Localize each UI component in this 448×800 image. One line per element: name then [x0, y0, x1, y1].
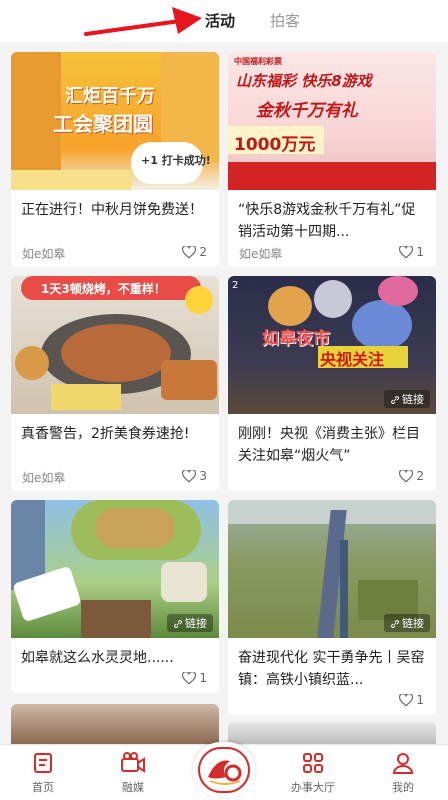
link-badge-label: 链接 [185, 617, 207, 630]
card-image: 2 如皋夜市 央视关注 链接 [228, 276, 436, 414]
link-badge: 链接 [384, 390, 430, 408]
link-badge: 链接 [384, 614, 430, 632]
feed-card[interactable]: 中国福利彩票 山东福彩 快乐8游戏 金秋千万有礼 1000万元 “快乐8游戏金秋… [228, 52, 436, 267]
like-button[interactable]: 2 [399, 469, 424, 483]
overlay-amount: 1000万元 [234, 135, 316, 155]
card-image: 1天3顿烧烤，不重样！ [11, 276, 219, 414]
feed-card[interactable]: 汇炬百千万 工会聚团圆 +1 打卡成功! 正在进行！中秋月饼免费送！ 如e如皋 … [11, 52, 219, 267]
card-image [11, 704, 219, 744]
video-camera-icon [121, 752, 145, 773]
heart-icon [399, 245, 414, 259]
card-title: “快乐8游戏金秋千万有礼”促销活动第十四期... [238, 202, 416, 240]
card-image: 中国福利彩票 山东福彩 快乐8游戏 金秋千万有礼 1000万元 [228, 52, 436, 190]
like-button[interactable]: 1 [399, 693, 424, 707]
app-logo-icon [208, 760, 242, 785]
like-count: 1 [416, 245, 424, 259]
feed-card[interactable] [228, 722, 436, 744]
link-icon [391, 620, 399, 628]
overlay-stamp: +1 打卡成功! [141, 154, 211, 167]
like-count: 2 [199, 245, 207, 259]
link-icon [391, 396, 399, 404]
like-count: 3 [199, 469, 207, 483]
heart-icon [399, 693, 414, 707]
link-icon [174, 620, 182, 628]
nav-services-label: 办事大厅 [291, 781, 335, 794]
nav-media-label: 融媒 [122, 781, 144, 794]
overlay-title: 工会聚团圆 [53, 112, 153, 136]
card-title: 正在进行！中秋月饼免费送！ [21, 202, 203, 218]
overlay-title: 1天3顿烧烤，不重样！ [41, 282, 166, 296]
card-image: 链接 [11, 500, 219, 638]
like-button[interactable]: 2 [182, 245, 207, 259]
overlay-title: 央视关注 [320, 350, 385, 369]
nav-services[interactable]: 办事大厅 [278, 751, 348, 795]
nav-mine-label: 我的 [392, 781, 414, 794]
overlay-brand: 中国福利彩票 [234, 57, 282, 66]
card-image: 汇炬百千万 工会聚团圆 +1 打卡成功! [11, 52, 219, 190]
user-icon [392, 753, 414, 774]
overlay-title: 汇炬百千万 [65, 86, 155, 107]
link-badge-label: 链接 [402, 617, 424, 630]
card-title: 奋进现代化 实干勇争先丨吴窑镇：高铁小镇织蓝... [238, 650, 425, 688]
grid-icon [303, 753, 323, 773]
card-image: 链接 [228, 500, 436, 638]
center-logo-button[interactable] [193, 742, 255, 798]
overlay-title: 山东福彩 快乐8游戏 [236, 72, 372, 90]
nav-media[interactable]: 融媒 [98, 751, 168, 795]
red-arrow-annotation [84, 7, 202, 36]
like-count: 1 [199, 671, 207, 685]
card-source: 如e如皋 [22, 247, 66, 261]
like-button[interactable]: 3 [182, 469, 207, 483]
heart-icon [182, 245, 197, 259]
feed-card[interactable]: 2 如皋夜市 央视关注 链接 刚刚！央视《消费主张》栏目关注如皋“烟火气” 2 [228, 276, 436, 491]
feed-card[interactable] [11, 704, 219, 744]
like-button[interactable]: 1 [182, 671, 207, 685]
tab-paike[interactable]: 拍客 [270, 10, 300, 31]
heart-icon [399, 469, 414, 483]
like-count: 1 [416, 693, 424, 707]
heart-icon [182, 671, 197, 685]
nav-home-label: 首页 [32, 781, 54, 794]
like-button[interactable]: 1 [399, 245, 424, 259]
overlay-title: 金秋千万有礼 [256, 101, 358, 121]
nav-home[interactable]: 首页 [8, 751, 78, 795]
feed-card[interactable]: 1天3顿烧烤，不重样！ 真香警告，2折美食券速抢! 如e如皋 3 [11, 276, 219, 491]
tab-activity[interactable]: 活动 [205, 10, 235, 31]
link-badge: 链接 [167, 614, 213, 632]
card-source: 如e如皋 [239, 247, 283, 261]
card-image [228, 722, 436, 744]
like-count: 2 [416, 469, 424, 483]
heart-icon [182, 469, 197, 483]
card-source: 如e如皋 [22, 471, 66, 485]
top-tab-bar: 活动 拍客 [0, 0, 448, 42]
feed-card[interactable]: 链接 如皋就这么水灵灵地...... 1 [11, 500, 219, 693]
card-title: 刚刚！央视《消费主张》栏目关注如皋“烟火气” [238, 426, 420, 464]
feed-card[interactable]: 链接 奋进现代化 实干勇争先丨吴窑镇：高铁小镇织蓝... 1 [228, 500, 436, 715]
card-index: 2 [232, 280, 239, 291]
home-icon [34, 753, 52, 773]
card-title: 如皋就这么水灵灵地...... [21, 650, 174, 666]
link-badge-label: 链接 [402, 393, 424, 406]
nav-mine[interactable]: 我的 [368, 751, 438, 795]
card-title: 真香警告，2折美食券速抢! [21, 426, 190, 442]
